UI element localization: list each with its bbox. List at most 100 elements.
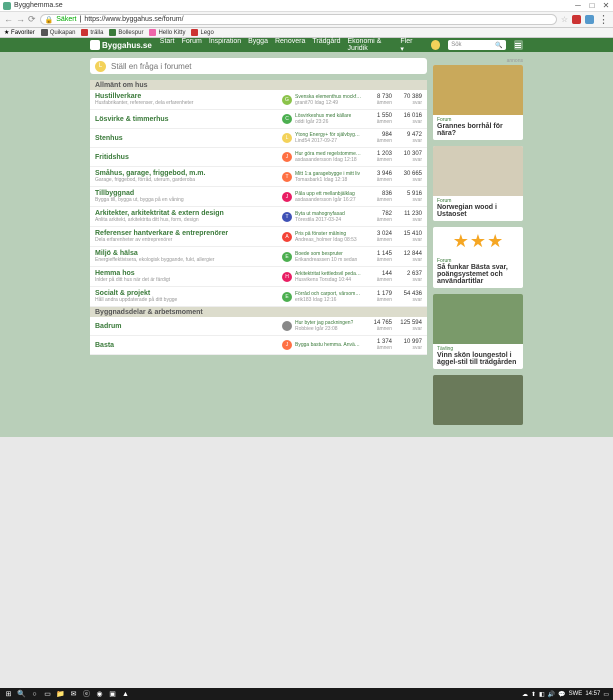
last-post-title[interactable]: Bygga bastu hemma. Använ… bbox=[295, 342, 362, 348]
last-post-title[interactable]: Byta ut mahognyfasad bbox=[295, 211, 345, 217]
last-post-title[interactable]: Arkitektritat kettledsvil peda… bbox=[295, 271, 361, 277]
forum-name[interactable]: Basta bbox=[95, 342, 282, 349]
bookmark-item[interactable]: Quikapan bbox=[41, 29, 76, 36]
last-post-avatar[interactable]: L bbox=[282, 133, 292, 143]
forum-name[interactable]: Badrum bbox=[95, 323, 282, 330]
notifications-icon[interactable]: ▭ bbox=[603, 691, 609, 698]
nav-link[interactable]: Ekonomi & Juridik bbox=[348, 38, 394, 53]
hamburger-menu[interactable] bbox=[514, 40, 524, 50]
taskbar-app-icon[interactable]: ▲ bbox=[121, 690, 130, 699]
system-tray[interactable]: ☁ ⬆ ◧ 🔊 💬 SWE 14:57 ▭ bbox=[522, 691, 609, 698]
nav-link[interactable]: Renovera bbox=[275, 38, 305, 53]
last-post-avatar[interactable]: E bbox=[282, 252, 292, 262]
forum-name[interactable]: Socialt & projekt bbox=[95, 290, 282, 297]
maximize-button[interactable]: □ bbox=[588, 2, 596, 10]
forum-row[interactable]: Socialt & projekt Håll andra uppdaterade… bbox=[90, 287, 427, 307]
forum-name[interactable]: Hustillverkare bbox=[95, 93, 282, 100]
mail-icon[interactable]: ✉ bbox=[69, 690, 78, 699]
bookmark-item[interactable]: trälla bbox=[81, 29, 103, 36]
sidebar-widget[interactable]: ★★★ Forum Så funkar Bästa svar, poängsys… bbox=[433, 227, 523, 288]
sidebar-widget[interactable]: Tävling Vinn skön loungestol i äggel-sti… bbox=[433, 294, 523, 369]
forum-name[interactable]: Hemma hos bbox=[95, 270, 282, 277]
taskview-icon[interactable]: ▭ bbox=[43, 690, 52, 699]
last-post-avatar[interactable]: J bbox=[282, 192, 292, 202]
ask-input[interactable] bbox=[111, 62, 422, 71]
bookmark-star-icon[interactable]: ☆ bbox=[561, 15, 568, 24]
tray-icon[interactable]: ◧ bbox=[539, 691, 545, 698]
last-post-avatar[interactable] bbox=[282, 321, 292, 331]
last-post-title[interactable]: Förråd och carport, vårsom… bbox=[295, 291, 360, 297]
taskbar-app-icon[interactable]: ▣ bbox=[108, 690, 117, 699]
forum-name[interactable]: Fritidshus bbox=[95, 154, 282, 161]
forward-button[interactable]: → bbox=[16, 14, 25, 25]
forum-row[interactable]: Basta J Bygga bastu hemma. Använ… 1 374ä… bbox=[90, 336, 427, 355]
bookmark-item[interactable]: Bollespur bbox=[109, 29, 143, 36]
last-post-title[interactable]: Påla upp ett mellanbjälklag bbox=[295, 191, 356, 197]
tray-lang[interactable]: SWE bbox=[569, 691, 583, 697]
cortana-icon[interactable]: ○ bbox=[30, 690, 39, 699]
nav-link[interactable]: Trädgård bbox=[312, 38, 340, 53]
last-post-avatar[interactable]: J bbox=[282, 340, 292, 350]
forum-name[interactable]: Lösvirke & timmerhus bbox=[95, 116, 282, 123]
start-button[interactable]: ⊞ bbox=[4, 690, 13, 699]
last-post-avatar[interactable]: A bbox=[282, 232, 292, 242]
explorer-icon[interactable]: 📁 bbox=[56, 690, 65, 699]
forum-row[interactable]: Fritidshus J Hur göra med regelstomme s…… bbox=[90, 148, 427, 167]
forum-row[interactable]: Stenhus L Ytong Energy+ för självbygg… L… bbox=[90, 129, 427, 148]
chrome-menu-icon[interactable]: ⋮ bbox=[598, 13, 609, 26]
site-logo[interactable]: Byggahus.se bbox=[90, 40, 152, 50]
forum-name[interactable]: Miljö & hälsa bbox=[95, 250, 282, 257]
forum-name[interactable]: Stenhus bbox=[95, 135, 282, 142]
ask-question-box[interactable]: L bbox=[90, 58, 427, 74]
nav-link[interactable]: Fler ▾ bbox=[400, 38, 414, 53]
last-post-avatar[interactable]: E bbox=[282, 292, 292, 302]
last-post-avatar[interactable]: G bbox=[282, 95, 292, 105]
search-taskbar-icon[interactable]: 🔍 bbox=[17, 690, 26, 699]
forum-name[interactable]: Tillbyggnad bbox=[95, 190, 282, 197]
forum-name[interactable]: Arkitekter, arkitektritat & extern desig… bbox=[95, 210, 282, 217]
nav-link[interactable]: Start bbox=[160, 38, 175, 53]
taskbar-app-icon[interactable]: ◉ bbox=[95, 690, 104, 699]
forum-name[interactable]: Småhus, garage, friggebod, m.m. bbox=[95, 170, 282, 177]
last-post-title[interactable]: Mitt 1:a garagebygge i mitt liv bbox=[295, 171, 360, 177]
nav-link[interactable]: Forum bbox=[182, 38, 202, 53]
last-post-avatar[interactable]: J bbox=[282, 152, 292, 162]
last-post-avatar[interactable]: H bbox=[282, 272, 292, 282]
close-button[interactable]: ✕ bbox=[602, 2, 610, 10]
bookmark-item[interactable]: Hello Kitty bbox=[149, 29, 185, 36]
forum-row[interactable]: Arkitekter, arkitektritat & extern desig… bbox=[90, 207, 427, 227]
forum-row[interactable]: Lösvirke & timmerhus C Lösvirkeshus med … bbox=[90, 110, 427, 129]
bookmark-item[interactable]: Lego bbox=[191, 29, 213, 36]
minimize-button[interactable]: ─ bbox=[574, 2, 582, 10]
extension-icon[interactable] bbox=[572, 15, 581, 24]
nav-link[interactable]: Bygga bbox=[248, 38, 268, 53]
sidebar-widget[interactable]: Forum Norwegian wood i Ustaoset bbox=[433, 146, 523, 221]
search-box[interactable]: Sök 🔍 bbox=[448, 40, 505, 50]
sidebar-widget[interactable] bbox=[433, 375, 523, 425]
forum-row[interactable]: Referenser hantverkare & entreprenörer D… bbox=[90, 227, 427, 247]
edge-icon[interactable]: ⓔ bbox=[82, 690, 91, 699]
forum-row[interactable]: Hustillverkare Husfabrikanter, referense… bbox=[90, 90, 427, 110]
tray-icon[interactable]: ⬆ bbox=[531, 691, 536, 698]
address-bar[interactable]: 🔒 Säkert | https://www.byggahus.se/forum… bbox=[40, 14, 557, 25]
sidebar-widget[interactable]: Forum Grannes borrhål för nära? bbox=[433, 65, 523, 140]
forum-row[interactable]: Hemma hos Inlder på ditt hus när det är … bbox=[90, 267, 427, 287]
last-post-avatar[interactable]: T bbox=[282, 172, 292, 182]
forum-row[interactable]: Tillbyggnad Bygga till, bygga ut, bygga … bbox=[90, 187, 427, 207]
last-post-avatar[interactable]: T bbox=[282, 212, 292, 222]
reload-button[interactable]: ⟳ bbox=[28, 14, 36, 25]
tray-time[interactable]: 14:57 bbox=[585, 691, 600, 697]
extension-icon[interactable] bbox=[585, 15, 594, 24]
tray-icon[interactable]: 💬 bbox=[558, 691, 565, 698]
forum-row[interactable]: Miljö & hälsa Energieffektivisera, ekolo… bbox=[90, 247, 427, 267]
forum-row[interactable]: Småhus, garage, friggebod, m.m. Garage, … bbox=[90, 167, 427, 187]
tray-icon[interactable]: ☁ bbox=[522, 691, 528, 698]
forum-name[interactable]: Referenser hantverkare & entreprenörer bbox=[95, 230, 282, 237]
nav-link[interactable]: Inspiration bbox=[209, 38, 241, 53]
forum-row[interactable]: Badrum Hur byter jag packningen? Robbiee… bbox=[90, 317, 427, 336]
last-post-avatar[interactable]: C bbox=[282, 114, 292, 124]
user-avatar[interactable] bbox=[431, 40, 441, 50]
last-post-title[interactable]: Svenska elementhus mockfj… bbox=[295, 94, 362, 100]
tray-icon[interactable]: 🔊 bbox=[548, 691, 555, 698]
back-button[interactable]: ← bbox=[4, 14, 13, 25]
